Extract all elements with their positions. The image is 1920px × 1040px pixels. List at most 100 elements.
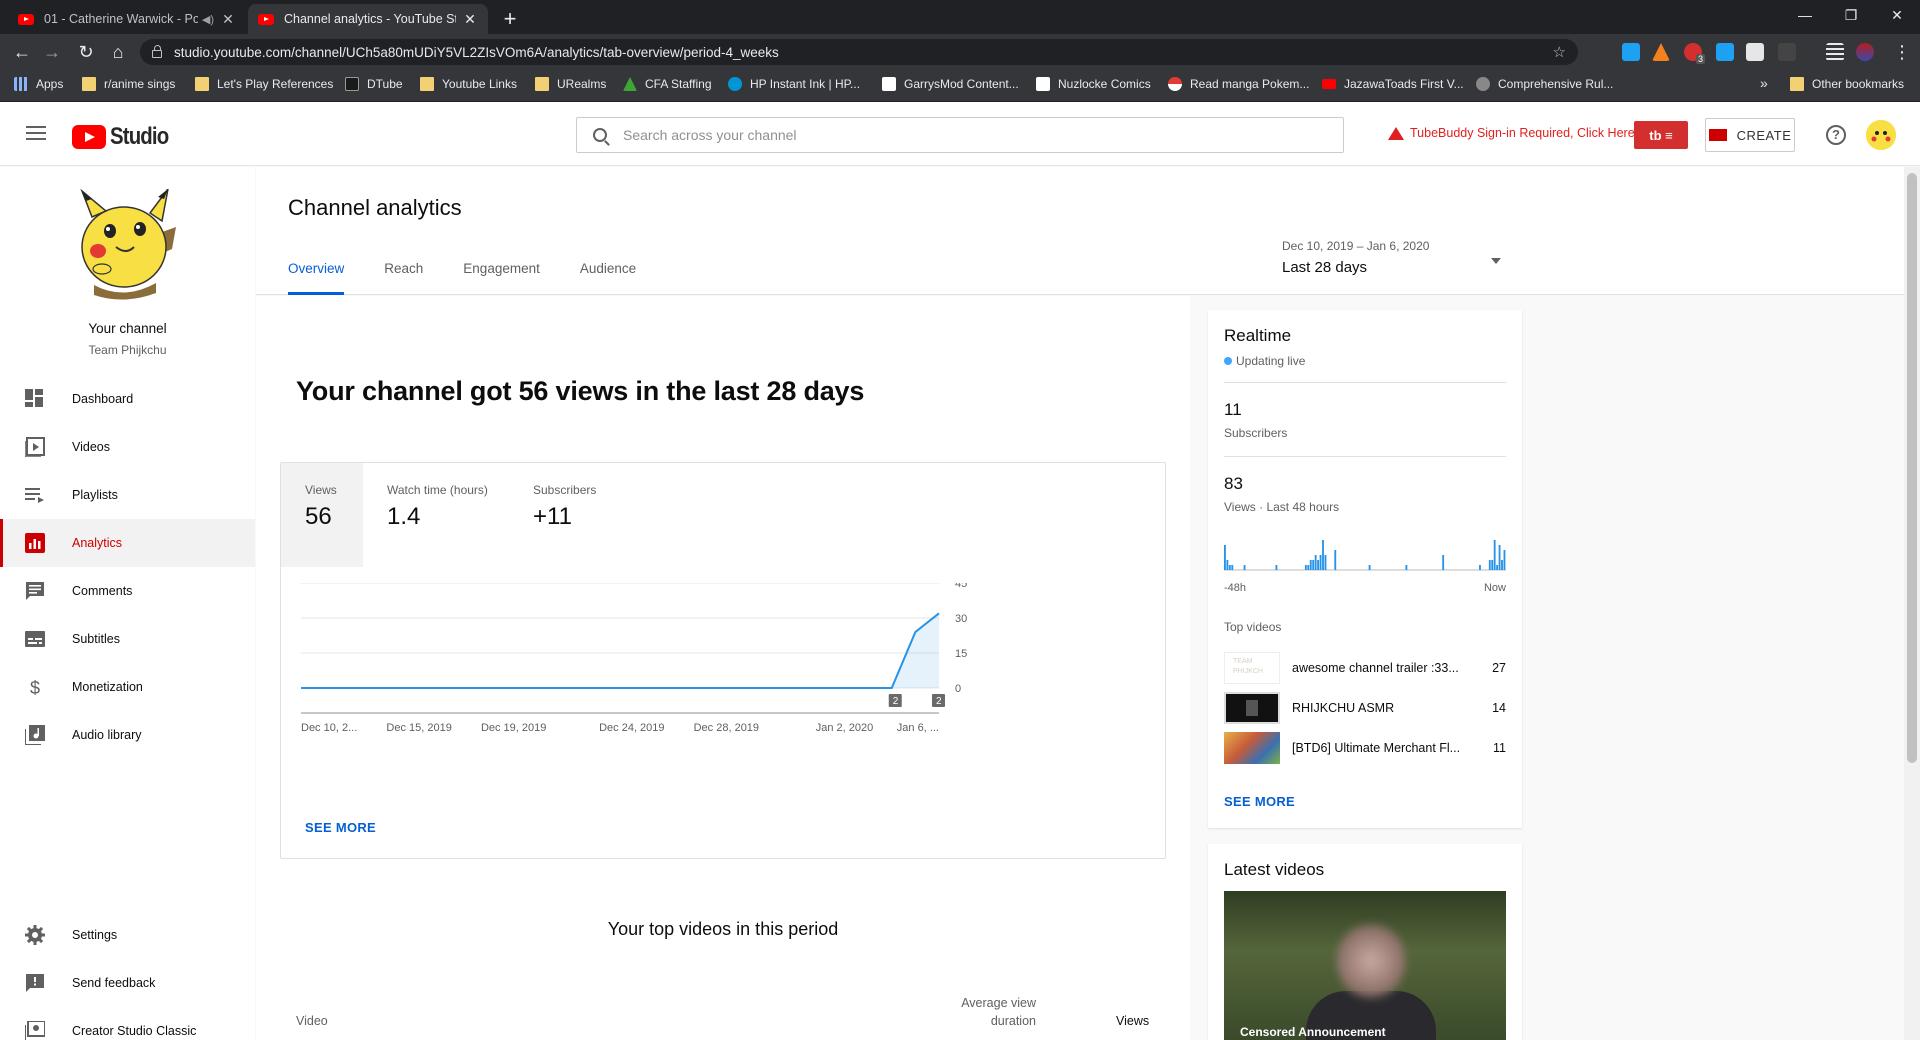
bookmark-item[interactable]: CFA Staffing (623, 77, 712, 91)
home-icon[interactable]: ⌂ (106, 40, 130, 64)
column-avg-duration[interactable]: Average view duration (916, 996, 1036, 1028)
channel-avatar[interactable] (72, 188, 184, 301)
views-chart[interactable]: 0 15 30 45 2 2 Dec 10, 2... Dec 15, 2019 Dec 19,… (281, 583, 1167, 783)
bookmark-item[interactable]: Read manga Pokem... (1168, 77, 1309, 91)
metric-tab-watch-time[interactable]: Watch time (hours) 1.4 (363, 463, 509, 567)
bookmark-item[interactable]: URealms (535, 77, 606, 91)
spark-bar (1319, 555, 1322, 570)
tab-engagement[interactable]: Engagement (463, 261, 540, 295)
latest-video-thumbnail[interactable]: Censored Announcement (1224, 891, 1506, 1040)
hamburger-menu-icon[interactable] (26, 126, 46, 140)
account-avatar[interactable] (1866, 120, 1896, 150)
page-title: Channel analytics (288, 195, 462, 220)
tubebuddy-warning[interactable]: TubeBuddy Sign-in Required, Click Here (1388, 126, 1635, 140)
see-more-link[interactable]: SEE MORE (305, 820, 376, 835)
reading-list-icon[interactable] (1826, 43, 1844, 61)
channel-name: Team Phijkchu (88, 343, 167, 357)
sidebar-item-comments[interactable]: Comments (0, 567, 255, 615)
sidebar-item-audio-library[interactable]: Audio library (0, 711, 255, 759)
bookmark-item[interactable]: r/anime sings (82, 77, 175, 91)
bookmark-item[interactable]: HP Instant Ink | HP... (728, 77, 860, 91)
create-button[interactable]: CREATE (1705, 118, 1795, 152)
close-tab-icon[interactable]: ✕ (462, 11, 478, 28)
playlists-icon (25, 488, 44, 503)
bookmark-item[interactable]: Youtube Links (420, 77, 517, 91)
spark-bar (1501, 560, 1503, 570)
folder-icon (535, 77, 549, 91)
lock-icon (152, 45, 162, 58)
create-video-icon (1708, 129, 1727, 141)
metrics-card: Views 56 Watch time (hours) 1.4 Subscrib… (280, 462, 1166, 859)
bookmark-item[interactable]: Let's Play References (195, 77, 333, 91)
help-icon[interactable]: ? (1826, 125, 1846, 145)
other-bookmarks[interactable]: Other bookmarks (1790, 77, 1904, 91)
extension-icon[interactable] (1778, 43, 1796, 61)
browser-menu-icon[interactable]: ⋮ (1890, 40, 1914, 64)
browser-tab-bar: 01 - Catherine Warwick - Pol ◀︎) ✕ Chann… (0, 0, 1920, 34)
bookmark-apps[interactable]: Apps (14, 77, 63, 91)
address-bar[interactable]: studio.youtube.com/channel/UCh5a80mUDiY5… (140, 39, 1578, 65)
gear-icon (25, 925, 45, 945)
back-arrow-icon[interactable]: ← (10, 40, 34, 64)
metric-tab-views[interactable]: Views 56 (281, 463, 363, 567)
search-input[interactable] (623, 127, 1273, 143)
sidebar-item-creator-studio-classic[interactable]: Creator Studio Classic (0, 1007, 255, 1040)
sidebar-item-send-feedback[interactable]: Send feedback (0, 959, 255, 1007)
tab-reach[interactable]: Reach (384, 261, 423, 295)
bookmark-item[interactable]: Nuzlocke Comics (1036, 77, 1151, 91)
extension-icon[interactable] (1716, 43, 1734, 61)
metric-tab-subscribers[interactable]: Subscribers +11 (509, 463, 649, 567)
tab-overview[interactable]: Overview (288, 261, 345, 295)
bookmarks-overflow[interactable]: » (1760, 75, 1768, 91)
bookmark-item[interactable]: JazawaToads First V... (1322, 77, 1464, 91)
video-thumbnail (1224, 692, 1280, 724)
sidebar-item-settings[interactable]: Settings (0, 911, 255, 959)
browser-tab[interactable]: 01 - Catherine Warwick - Pol ◀︎) ✕ (8, 4, 246, 34)
sidebar-item-videos[interactable]: Videos (0, 423, 255, 471)
top-video-row[interactable]: TEAM PHIJKCH awesome channel trailer :33.… (1224, 650, 1506, 686)
sidebar-item-analytics[interactable]: Analytics (0, 519, 255, 567)
extension-icon[interactable] (1652, 43, 1670, 61)
tubebuddy-menu-button[interactable]: tb ≡ (1634, 121, 1688, 149)
page-scrollbar[interactable] (1904, 167, 1920, 1040)
spark-bar (1503, 550, 1506, 570)
spark-bar (1488, 560, 1491, 570)
new-tab-button[interactable]: + (496, 6, 524, 34)
studio-logo[interactable]: Studio (72, 123, 179, 151)
close-window-icon[interactable]: ✕ (1874, 0, 1920, 30)
bookmark-item[interactable]: DTube (345, 77, 403, 91)
search-box[interactable] (576, 117, 1344, 153)
pokeball-icon (1168, 77, 1182, 91)
bookmark-item[interactable]: Comprehensive Rul... (1476, 77, 1613, 91)
live-status: Updating live (1224, 354, 1305, 368)
dropdown-arrow-icon[interactable] (1491, 258, 1501, 264)
forward-arrow-icon[interactable]: → (40, 40, 64, 64)
extension-icon[interactable] (1622, 43, 1640, 61)
profile-avatar-icon[interactable] (1856, 43, 1874, 61)
realtime-sparkline[interactable] (1224, 540, 1506, 576)
extension-icon[interactable] (1746, 43, 1764, 61)
speaker-icon[interactable]: ◀︎) (202, 13, 214, 26)
reload-icon[interactable]: ↻ (74, 40, 98, 64)
realtime-see-more-link[interactable]: SEE MORE (1224, 794, 1295, 809)
feedback-icon (26, 974, 44, 992)
sidebar-item-monetization[interactable]: $ Monetization (0, 663, 255, 711)
sidebar-item-dashboard[interactable]: Dashboard (0, 375, 255, 423)
sidebar-item-playlists[interactable]: Playlists (0, 471, 255, 519)
views-area (301, 613, 939, 688)
browser-tab-active[interactable]: Channel analytics - YouTube Stud ✕ (248, 4, 488, 34)
tab-audience[interactable]: Audience (580, 261, 636, 295)
bookmark-star-icon[interactable]: ☆ (1553, 43, 1566, 61)
sidebar-item-subtitles[interactable]: Subtitles (0, 615, 255, 663)
scrollbar-thumb[interactable] (1907, 173, 1917, 763)
column-views[interactable]: Views (1116, 1014, 1149, 1028)
wix-icon (882, 77, 896, 91)
spark-bar (1304, 565, 1307, 570)
restore-icon[interactable]: ❐ (1828, 0, 1874, 30)
top-video-row[interactable]: RHIJKCHU ASMR 14 (1224, 690, 1506, 726)
minimize-icon[interactable]: — (1782, 0, 1828, 30)
browser-toolbar: ← → ↻ ⌂ studio.youtube.com/channel/UCh5a… (0, 34, 1920, 70)
bookmark-item[interactable]: GarrysMod Content... (882, 77, 1019, 91)
top-video-row[interactable]: [BTD6] Ultimate Merchant Fl... 11 (1224, 730, 1506, 766)
close-tab-icon[interactable]: ✕ (220, 11, 236, 28)
